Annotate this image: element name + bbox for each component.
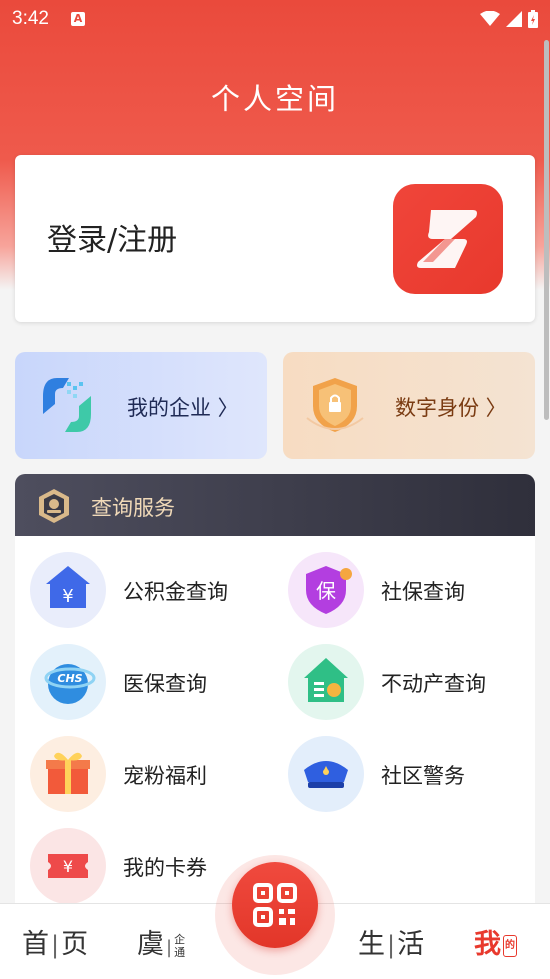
coupon-icon: ¥ xyxy=(30,828,106,904)
nav-tab-life[interactable]: 生|活 xyxy=(358,922,424,961)
quick-actions: 我的企业 〉 数字身份 〉 xyxy=(15,352,535,459)
scan-qr-button[interactable] xyxy=(232,862,318,948)
nav-yu-main: 虞 xyxy=(137,929,164,960)
qr-code-icon xyxy=(253,883,297,927)
nav-me-main: 我 xyxy=(474,929,501,960)
page-title: 个人空间 xyxy=(210,82,339,116)
enterprise-icon xyxy=(43,378,91,432)
my-enterprise-button[interactable]: 我的企业 〉 xyxy=(15,352,267,459)
app-logo-icon xyxy=(393,184,503,294)
svg-text:¥: ¥ xyxy=(63,857,73,876)
service-item-fan-benefits[interactable]: 宠粉福利 xyxy=(15,734,265,814)
service-label: 公积金查询 xyxy=(123,580,228,604)
nav-tab-yu-enterprise[interactable]: 虞 | 企通 xyxy=(137,922,188,961)
nav-yu-sub-top: 企 xyxy=(174,932,186,946)
real-estate-icon xyxy=(288,644,364,720)
login-card[interactable]: 登录/注册 xyxy=(15,155,535,322)
digital-identity-button[interactable]: 数字身份 〉 xyxy=(283,352,535,459)
service-label: 医保查询 xyxy=(123,672,207,696)
scrollbar[interactable] xyxy=(544,40,549,420)
nav-life-right: 活 xyxy=(397,929,425,960)
status-time: 3:42 xyxy=(12,8,49,29)
service-item-real-estate[interactable]: 不动产查询 xyxy=(273,642,523,722)
login-register-link[interactable]: 登录/注册 xyxy=(47,215,177,259)
nav-tab-home[interactable]: 首|页 xyxy=(22,922,88,961)
shield-lock-icon xyxy=(306,378,364,432)
notification-a-icon: A xyxy=(70,12,85,26)
services-badge-icon xyxy=(39,489,69,523)
service-item-community-police[interactable]: 社区警务 xyxy=(273,734,523,814)
house-yuan-icon: ¥ xyxy=(30,552,106,628)
query-services-panel: 查询服务 ¥ 公积金查询 保 社保查询 CHS 医保查询 不动产查询 宠粉福利 xyxy=(15,474,535,914)
svg-text:CHS: CHS xyxy=(57,672,82,685)
svg-text:¥: ¥ xyxy=(62,586,73,607)
nav-tab-me[interactable]: 我的 xyxy=(474,922,517,961)
nav-life-left: 生 xyxy=(358,929,385,960)
social-security-icon: 保 xyxy=(288,552,364,628)
service-item-medical-insurance[interactable]: CHS 医保查询 xyxy=(15,642,265,722)
service-label: 我的卡券 xyxy=(123,856,207,880)
nav-home-right: 页 xyxy=(61,929,89,960)
nav-me-badge: 的 xyxy=(503,934,517,957)
police-cap-icon xyxy=(288,736,364,812)
wifi-icon xyxy=(480,11,500,26)
svg-text:保: 保 xyxy=(316,579,336,603)
medical-insurance-icon: CHS xyxy=(30,644,106,720)
battery-icon xyxy=(528,10,538,28)
service-label: 宠粉福利 xyxy=(123,764,207,788)
service-label: 社区警务 xyxy=(381,764,465,788)
service-item-social-security[interactable]: 保 社保查询 xyxy=(273,550,523,630)
gift-icon xyxy=(30,736,106,812)
query-services-header: 查询服务 xyxy=(15,474,535,536)
service-item-housing-fund[interactable]: ¥ 公积金查询 xyxy=(15,550,265,630)
nav-home-left: 首 xyxy=(22,929,49,960)
signal-icon xyxy=(506,11,522,27)
digital-identity-label: 数字身份 〉 xyxy=(395,396,507,420)
status-bar: 3:42 A xyxy=(0,0,550,38)
service-label: 不动产查询 xyxy=(381,672,486,696)
nav-yu-sub-bottom: 通 xyxy=(174,945,186,959)
my-enterprise-label: 我的企业 〉 xyxy=(127,396,239,420)
query-services-title: 查询服务 xyxy=(91,496,175,520)
service-label: 社保查询 xyxy=(381,580,465,604)
